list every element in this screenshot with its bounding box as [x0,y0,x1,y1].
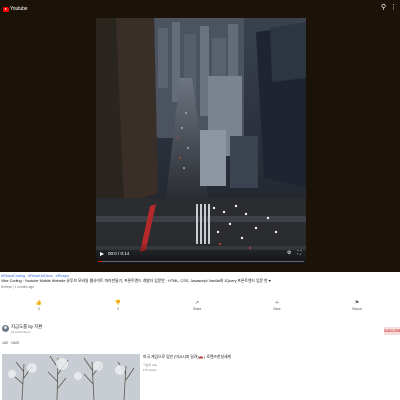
more-vert-icon[interactable]: ⋮ [390,4,397,12]
share-icon: ↗ [194,300,200,306]
recommended-channel: 가보자 Life [143,363,157,367]
recommended-views: 175 views [143,368,157,372]
logo-text: Youtube [10,6,28,12]
subscribe-button[interactable]: SUBSCRIBE [384,327,400,335]
fullscreen-icon[interactable]: ⛶ [297,250,301,256]
channel-name[interactable]: 지금도를 by 지환 [11,324,42,329]
video-player[interactable]: 00:0 / 0:14 ⚙ ⛶ [96,18,306,264]
share-label: Share [192,307,202,311]
recommended-video[interactable]: 미국 게임으로 입만 (미시시피 달려)🚗 | 로렌즈한살세계 가보자 Life… [2,354,400,400]
hashtag-link[interactable]: #Reapo [56,274,69,278]
dislike-button[interactable]: 👎 0 [108,300,128,311]
video-meta: #ReactCoding #ReactJsDevs #Reapo Vibe Co… [1,274,399,290]
report-button[interactable]: ⚑ Report [347,300,367,311]
youtube-logo-icon [3,6,9,12]
recommended-title[interactable]: 미국 게임으로 입만 (미시시피 달려)🚗 | 로렌즈한살세계 [143,355,231,360]
player-controls: 00:0 / 0:14 ⚙ ⛶ [96,242,306,264]
channel-row: 지금도를 by 지환 18 subscribers SUBSCRIBE [2,323,400,345]
play-icon[interactable] [100,252,104,256]
hashtag-link[interactable]: #ReactJsDevs [28,274,52,278]
top-bar: Youtube ⚲ ⋮ [0,0,400,18]
subscriber-count: 18 subscribers [11,329,31,334]
like-icon: 👍 [35,300,43,306]
save-button[interactable]: ＋ Save [267,300,287,311]
dislike-icon: 👎 [114,300,122,306]
progress-bar[interactable] [98,260,304,262]
search-icon[interactable]: ⚲ [381,4,386,12]
save-label: Save [273,307,281,311]
action-bar: 👍 0 👎 0 ↗ Share ＋ Save ⚑ Report [0,300,400,320]
avatar[interactable] [2,325,9,332]
video-frame-city-aerial [96,18,306,264]
comments-summary[interactable]: 180 · NMS [2,341,19,346]
youtube-logo[interactable]: Youtube [3,0,28,18]
save-icon: ＋ [274,300,280,306]
player-area: 00:0 / 0:14 ⚙ ⛶ [0,18,400,272]
view-count: Refresh | 1 months ago [1,284,35,289]
like-count: 0 [38,307,40,311]
recommended-thumbnail[interactable] [2,354,140,400]
dislike-count: 0 [117,307,119,311]
progress-fill [98,260,103,262]
hashtag-link[interactable]: #ReactCoding [1,274,25,278]
flag-icon: ⚑ [354,300,360,306]
report-label: Report [352,307,362,311]
snowy-trees-thumbnail [2,354,140,400]
like-button[interactable]: 👍 0 [29,300,49,311]
time-display: 00:0 / 0:14 [108,250,130,256]
share-button[interactable]: ↗ Share [187,300,207,311]
settings-icon[interactable]: ⚙ [287,250,291,256]
